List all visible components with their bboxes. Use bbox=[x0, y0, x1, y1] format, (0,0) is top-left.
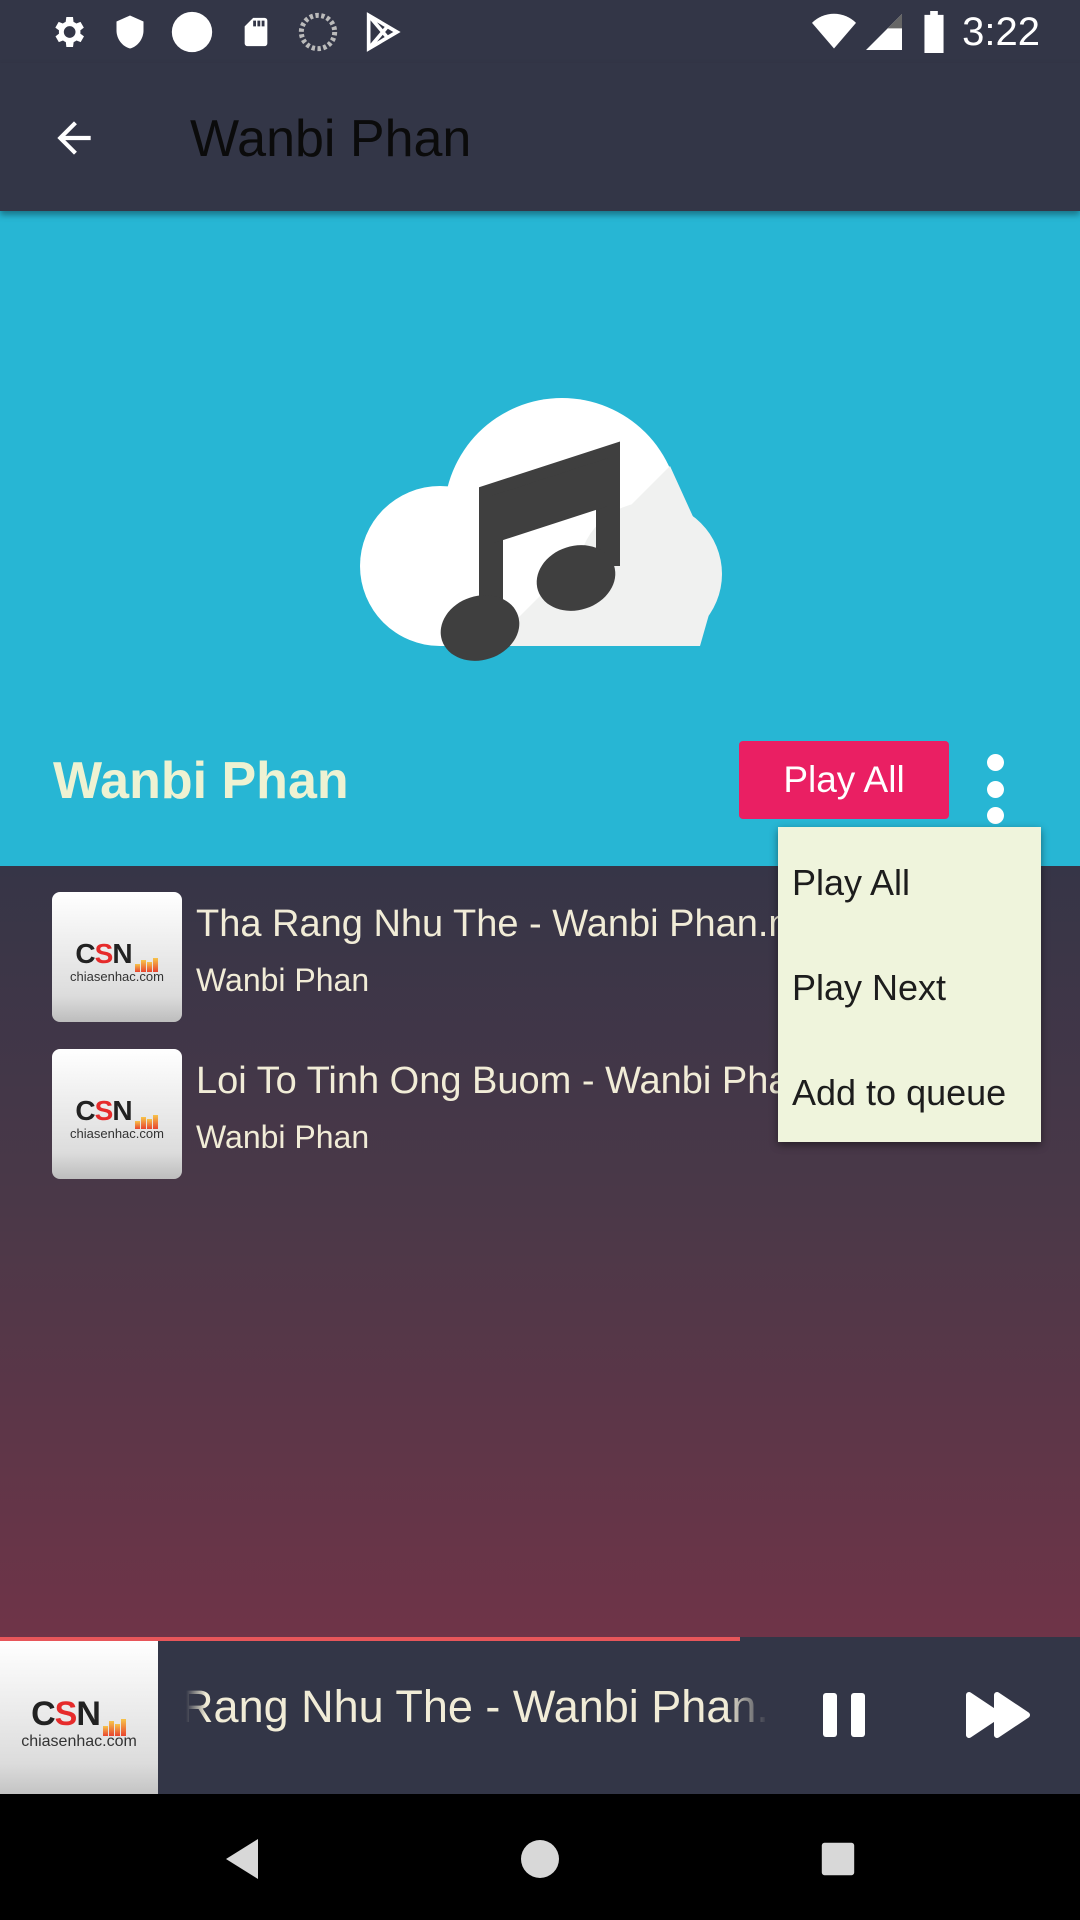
signal-icon bbox=[862, 10, 906, 54]
settings-icon bbox=[46, 10, 90, 54]
nav-recents-button[interactable] bbox=[808, 1829, 868, 1889]
nav-back-icon bbox=[226, 1839, 258, 1879]
status-bar: 3:22 bbox=[0, 0, 1080, 63]
now-playing-title: Tha Rang Nhu The - Wanbi Phan.mp3 bbox=[186, 1677, 768, 1737]
cloud-music-art bbox=[340, 366, 740, 726]
more-vert-dot bbox=[986, 780, 1004, 798]
logo-text: CSN bbox=[75, 1095, 132, 1126]
logo-subtext: chiasenhac.com bbox=[21, 1732, 137, 1750]
nav-home-button[interactable] bbox=[510, 1829, 570, 1889]
csn-logo: CSN chiasenhac.com bbox=[52, 1095, 182, 1141]
menu-item-add-to-queue[interactable]: Add to queue bbox=[792, 1070, 1006, 1116]
more-vert-dot bbox=[986, 807, 1004, 824]
logo-text: CSN bbox=[31, 1695, 101, 1733]
fast-forward-icon bbox=[966, 1692, 1030, 1738]
track-title: Tha Rang Nhu The - Wanbi Phan.mp3 bbox=[196, 903, 843, 945]
app-bar: Wanbi Phan bbox=[0, 63, 1080, 211]
fast-forward-button[interactable] bbox=[965, 1685, 1035, 1745]
logo-text: CSN bbox=[75, 938, 132, 969]
logo-subtext: chiasenhac.com bbox=[70, 968, 164, 984]
now-playing-title-text: Tha Rang Nhu The - Wanbi Phan.mp3 bbox=[186, 1681, 768, 1732]
csn-logo: CSN chiasenhac.com bbox=[52, 938, 182, 984]
now-playing-bar[interactable]: CSN chiasenhac.com Tha Rang Nhu The - Wa… bbox=[0, 1637, 1080, 1794]
shield-icon bbox=[108, 10, 152, 54]
pause-icon bbox=[823, 1693, 865, 1737]
logo-subtext: chiasenhac.com bbox=[70, 1125, 164, 1141]
wifi-icon bbox=[812, 10, 856, 54]
sync-icon bbox=[296, 10, 340, 54]
back-button[interactable] bbox=[34, 103, 114, 173]
menu-item-play-all[interactable]: Play All bbox=[792, 860, 910, 906]
navigation-bar bbox=[0, 1794, 1080, 1920]
menu-item-play-next[interactable]: Play Next bbox=[792, 965, 946, 1011]
equalizer-icon bbox=[134, 940, 159, 972]
page-title: Wanbi Phan bbox=[190, 110, 472, 168]
nav-back-button[interactable] bbox=[212, 1829, 272, 1889]
sd-card-icon bbox=[234, 10, 278, 54]
track-thumbnail: CSN chiasenhac.com bbox=[52, 1049, 182, 1179]
now-playing-thumbnail: CSN chiasenhac.com bbox=[0, 1641, 158, 1794]
battery-icon bbox=[912, 10, 956, 54]
artist-name: Wanbi Phan bbox=[53, 752, 349, 810]
artist-header: Wanbi Phan Play All bbox=[0, 211, 1080, 866]
pause-button[interactable] bbox=[815, 1685, 875, 1745]
track-thumbnail: CSN chiasenhac.com bbox=[52, 892, 182, 1022]
circle-icon bbox=[170, 10, 214, 54]
csn-logo: CSN chiasenhac.com bbox=[0, 1695, 158, 1751]
track-artist: Wanbi Phan bbox=[196, 962, 370, 998]
arrow-back-icon bbox=[57, 121, 91, 155]
play-all-button[interactable]: Play All bbox=[739, 741, 949, 819]
play-store-icon bbox=[360, 10, 404, 54]
equalizer-icon bbox=[102, 1697, 127, 1736]
options-popup-menu: Play All Play Next Add to queue bbox=[778, 827, 1041, 1142]
nav-recents-icon bbox=[821, 1842, 855, 1876]
more-options-button[interactable] bbox=[965, 744, 1025, 834]
nav-home-icon bbox=[521, 1840, 559, 1878]
track-artist: Wanbi Phan bbox=[196, 1119, 370, 1155]
equalizer-icon bbox=[134, 1097, 159, 1129]
status-time: 3:22 bbox=[962, 10, 1040, 54]
more-vert-icon bbox=[986, 754, 1004, 771]
